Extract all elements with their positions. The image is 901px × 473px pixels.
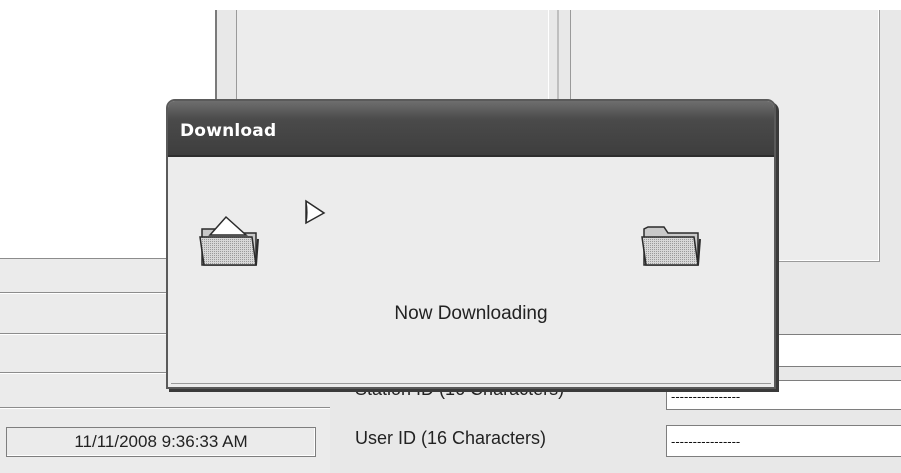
paper-icon <box>298 195 338 235</box>
folder-open-icon <box>196 207 260 271</box>
dialog-body: Now Downloading <box>168 157 774 387</box>
download-status: Now Downloading <box>394 303 548 324</box>
user-id-input[interactable]: ---------------- <box>666 425 901 457</box>
dialog-titlebar[interactable]: Download <box>168 101 774 157</box>
user-id-label: User ID (16 Characters) <box>355 428 547 448</box>
folder-icon <box>638 209 702 273</box>
download-dialog: Download Now Downloading <box>166 99 776 389</box>
dialog-title: Download <box>180 121 277 141</box>
datetime-display: 11/11/2008 9:36:33 AM <box>6 427 316 457</box>
dialog-divider <box>171 383 771 384</box>
row-divider <box>0 408 330 409</box>
